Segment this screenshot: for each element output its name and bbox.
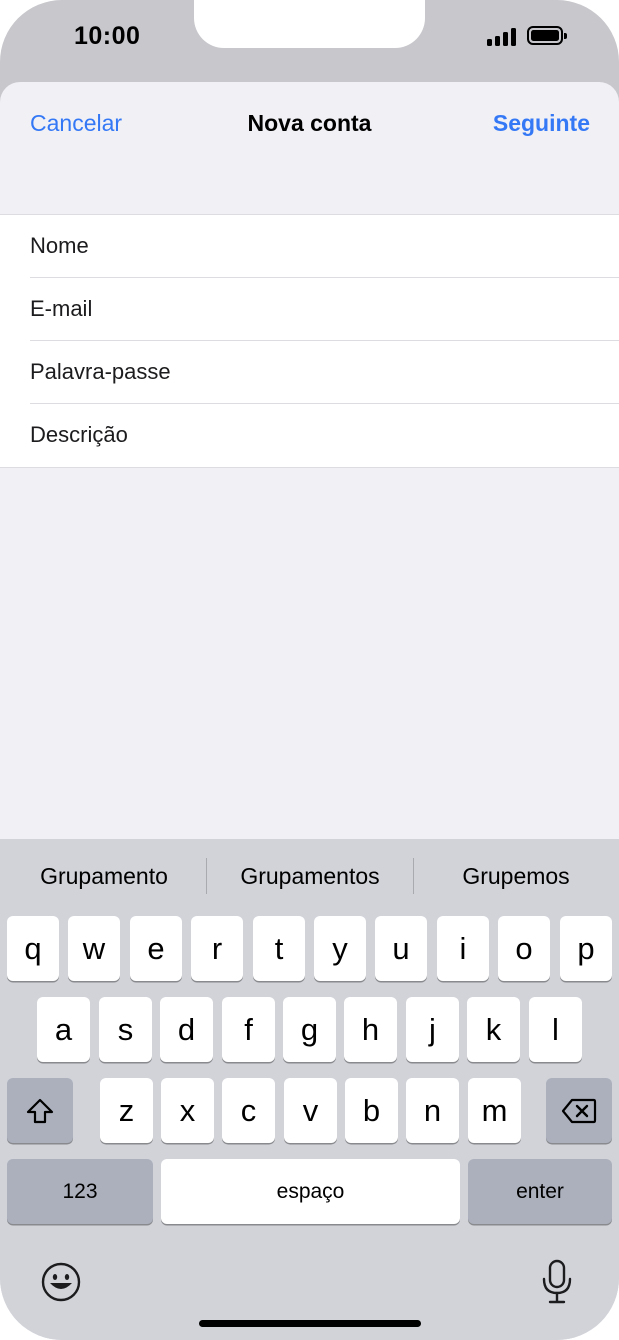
home-indicator[interactable]: [199, 1320, 421, 1327]
key-b[interactable]: b: [345, 1078, 398, 1143]
delete-icon: [561, 1098, 597, 1123]
suggestion-divider: [413, 858, 414, 894]
key-p[interactable]: p: [560, 916, 612, 981]
delete-key[interactable]: [546, 1078, 612, 1143]
cellular-signal-icon: [487, 28, 516, 46]
key-y[interactable]: y: [314, 916, 366, 981]
key-w[interactable]: w: [68, 916, 120, 981]
key-m[interactable]: m: [468, 1078, 521, 1143]
numbers-key[interactable]: 123: [7, 1159, 153, 1224]
battery-icon: [527, 26, 567, 45]
key-d[interactable]: d: [160, 997, 213, 1062]
key-c[interactable]: c: [222, 1078, 275, 1143]
form-row-name: [30, 215, 619, 278]
key-q[interactable]: q: [7, 916, 59, 981]
emoji-icon: [41, 1262, 81, 1302]
next-button[interactable]: Seguinte: [493, 110, 590, 137]
password-field[interactable]: [30, 341, 590, 403]
form-row-email: [30, 278, 619, 341]
key-i[interactable]: i: [437, 916, 489, 981]
key-x[interactable]: x: [161, 1078, 214, 1143]
email-field[interactable]: [30, 278, 590, 340]
key-h[interactable]: h: [344, 997, 397, 1062]
suggestion-2[interactable]: Grupamentos: [216, 863, 404, 890]
key-t[interactable]: t: [253, 916, 305, 981]
form-row-password: [30, 341, 619, 404]
key-f[interactable]: f: [222, 997, 275, 1062]
key-a[interactable]: a: [37, 997, 90, 1062]
dictation-button[interactable]: [539, 1259, 575, 1305]
keyboard: Grupamento Grupamentos Grupemos q w e r …: [0, 839, 619, 1340]
key-o[interactable]: o: [498, 916, 550, 981]
suggestion-divider: [206, 858, 207, 894]
key-j[interactable]: j: [406, 997, 459, 1062]
key-s[interactable]: s: [99, 997, 152, 1062]
phone-screen: 10:00 Cancelar Nova conta Seguinte Grupa…: [0, 0, 619, 1340]
key-n[interactable]: n: [406, 1078, 459, 1143]
key-r[interactable]: r: [191, 916, 243, 981]
shift-key[interactable]: [7, 1078, 73, 1143]
form-row-description: [30, 404, 619, 467]
suggestion-3[interactable]: Grupemos: [425, 863, 607, 890]
emoji-button[interactable]: [40, 1261, 82, 1303]
key-l[interactable]: l: [529, 997, 582, 1062]
return-key[interactable]: enter: [468, 1159, 612, 1224]
camera-notch: [194, 0, 425, 48]
status-time: 10:00: [74, 22, 141, 50]
key-v[interactable]: v: [284, 1078, 337, 1143]
key-e[interactable]: e: [130, 916, 182, 981]
description-field[interactable]: [30, 404, 590, 466]
key-u[interactable]: u: [375, 916, 427, 981]
shift-icon: [26, 1098, 54, 1123]
space-key[interactable]: espaço: [161, 1159, 460, 1224]
suggestion-1[interactable]: Grupamento: [14, 863, 194, 890]
name-field[interactable]: [30, 215, 590, 277]
account-form: [0, 214, 619, 468]
key-k[interactable]: k: [467, 997, 520, 1062]
key-z[interactable]: z: [100, 1078, 153, 1143]
key-g[interactable]: g: [283, 997, 336, 1062]
microphone-icon: [542, 1259, 572, 1304]
